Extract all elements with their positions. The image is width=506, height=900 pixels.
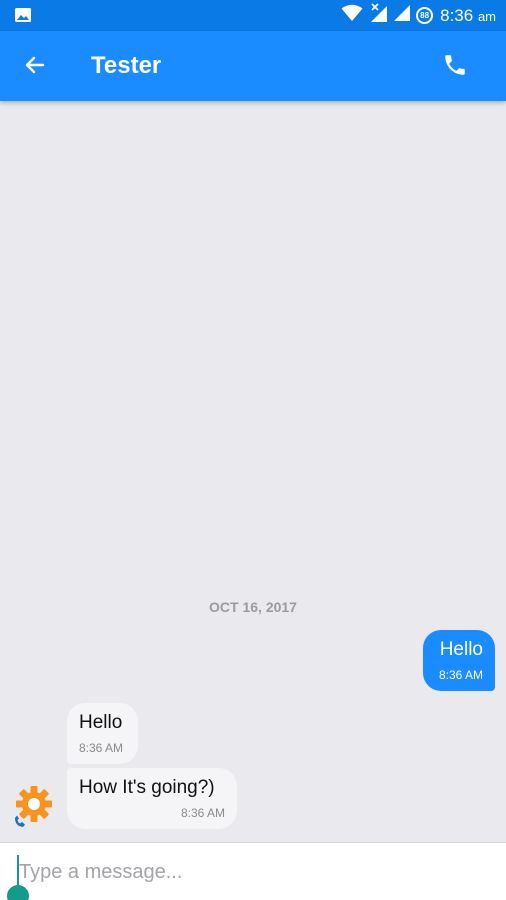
battery-icon: 88 [416,7,434,24]
cell-signal-no-data-icon [368,3,388,28]
chat-screen: 88 8:36 am Tester OCT 16, 2017 Hello 8:3… [0,0,506,900]
message-time: 8:36 AM [79,741,124,755]
cell-signal-icon [393,4,411,27]
status-time-value: 8:36 [440,5,474,25]
contact-avatar[interactable] [11,782,55,828]
status-time-ampm: am [477,8,496,24]
wifi-icon [341,4,363,27]
message-text: How It's going?) [79,777,215,798]
back-arrow-icon [23,53,47,82]
phone-icon [442,52,468,83]
message-bubble-incoming[interactable]: How It's going?) 8:36 AM [67,768,237,829]
app-bar: Tester [0,31,506,101]
date-separator: OCT 16, 2017 [209,599,297,615]
message-input[interactable] [19,857,479,887]
back-button[interactable] [20,52,50,82]
message-composer [0,842,506,900]
message-time: 8:36 AM [438,668,483,682]
status-time: 8:36 am [440,6,496,26]
message-text: Hello [439,639,483,660]
gear-icon [11,786,55,832]
call-button[interactable] [440,52,470,82]
contact-name-title: Tester [91,52,162,79]
message-time: 8:36 AM [180,806,225,820]
message-bubble-outgoing[interactable]: Hello 8:36 AM [423,630,495,691]
message-text: Hello [79,712,123,733]
gallery-icon [14,7,32,28]
message-bubble-incoming[interactable]: Hello 8:36 AM [67,703,138,764]
status-bar: 88 8:36 am [0,0,506,31]
status-icons: 88 8:36 am [341,0,496,31]
